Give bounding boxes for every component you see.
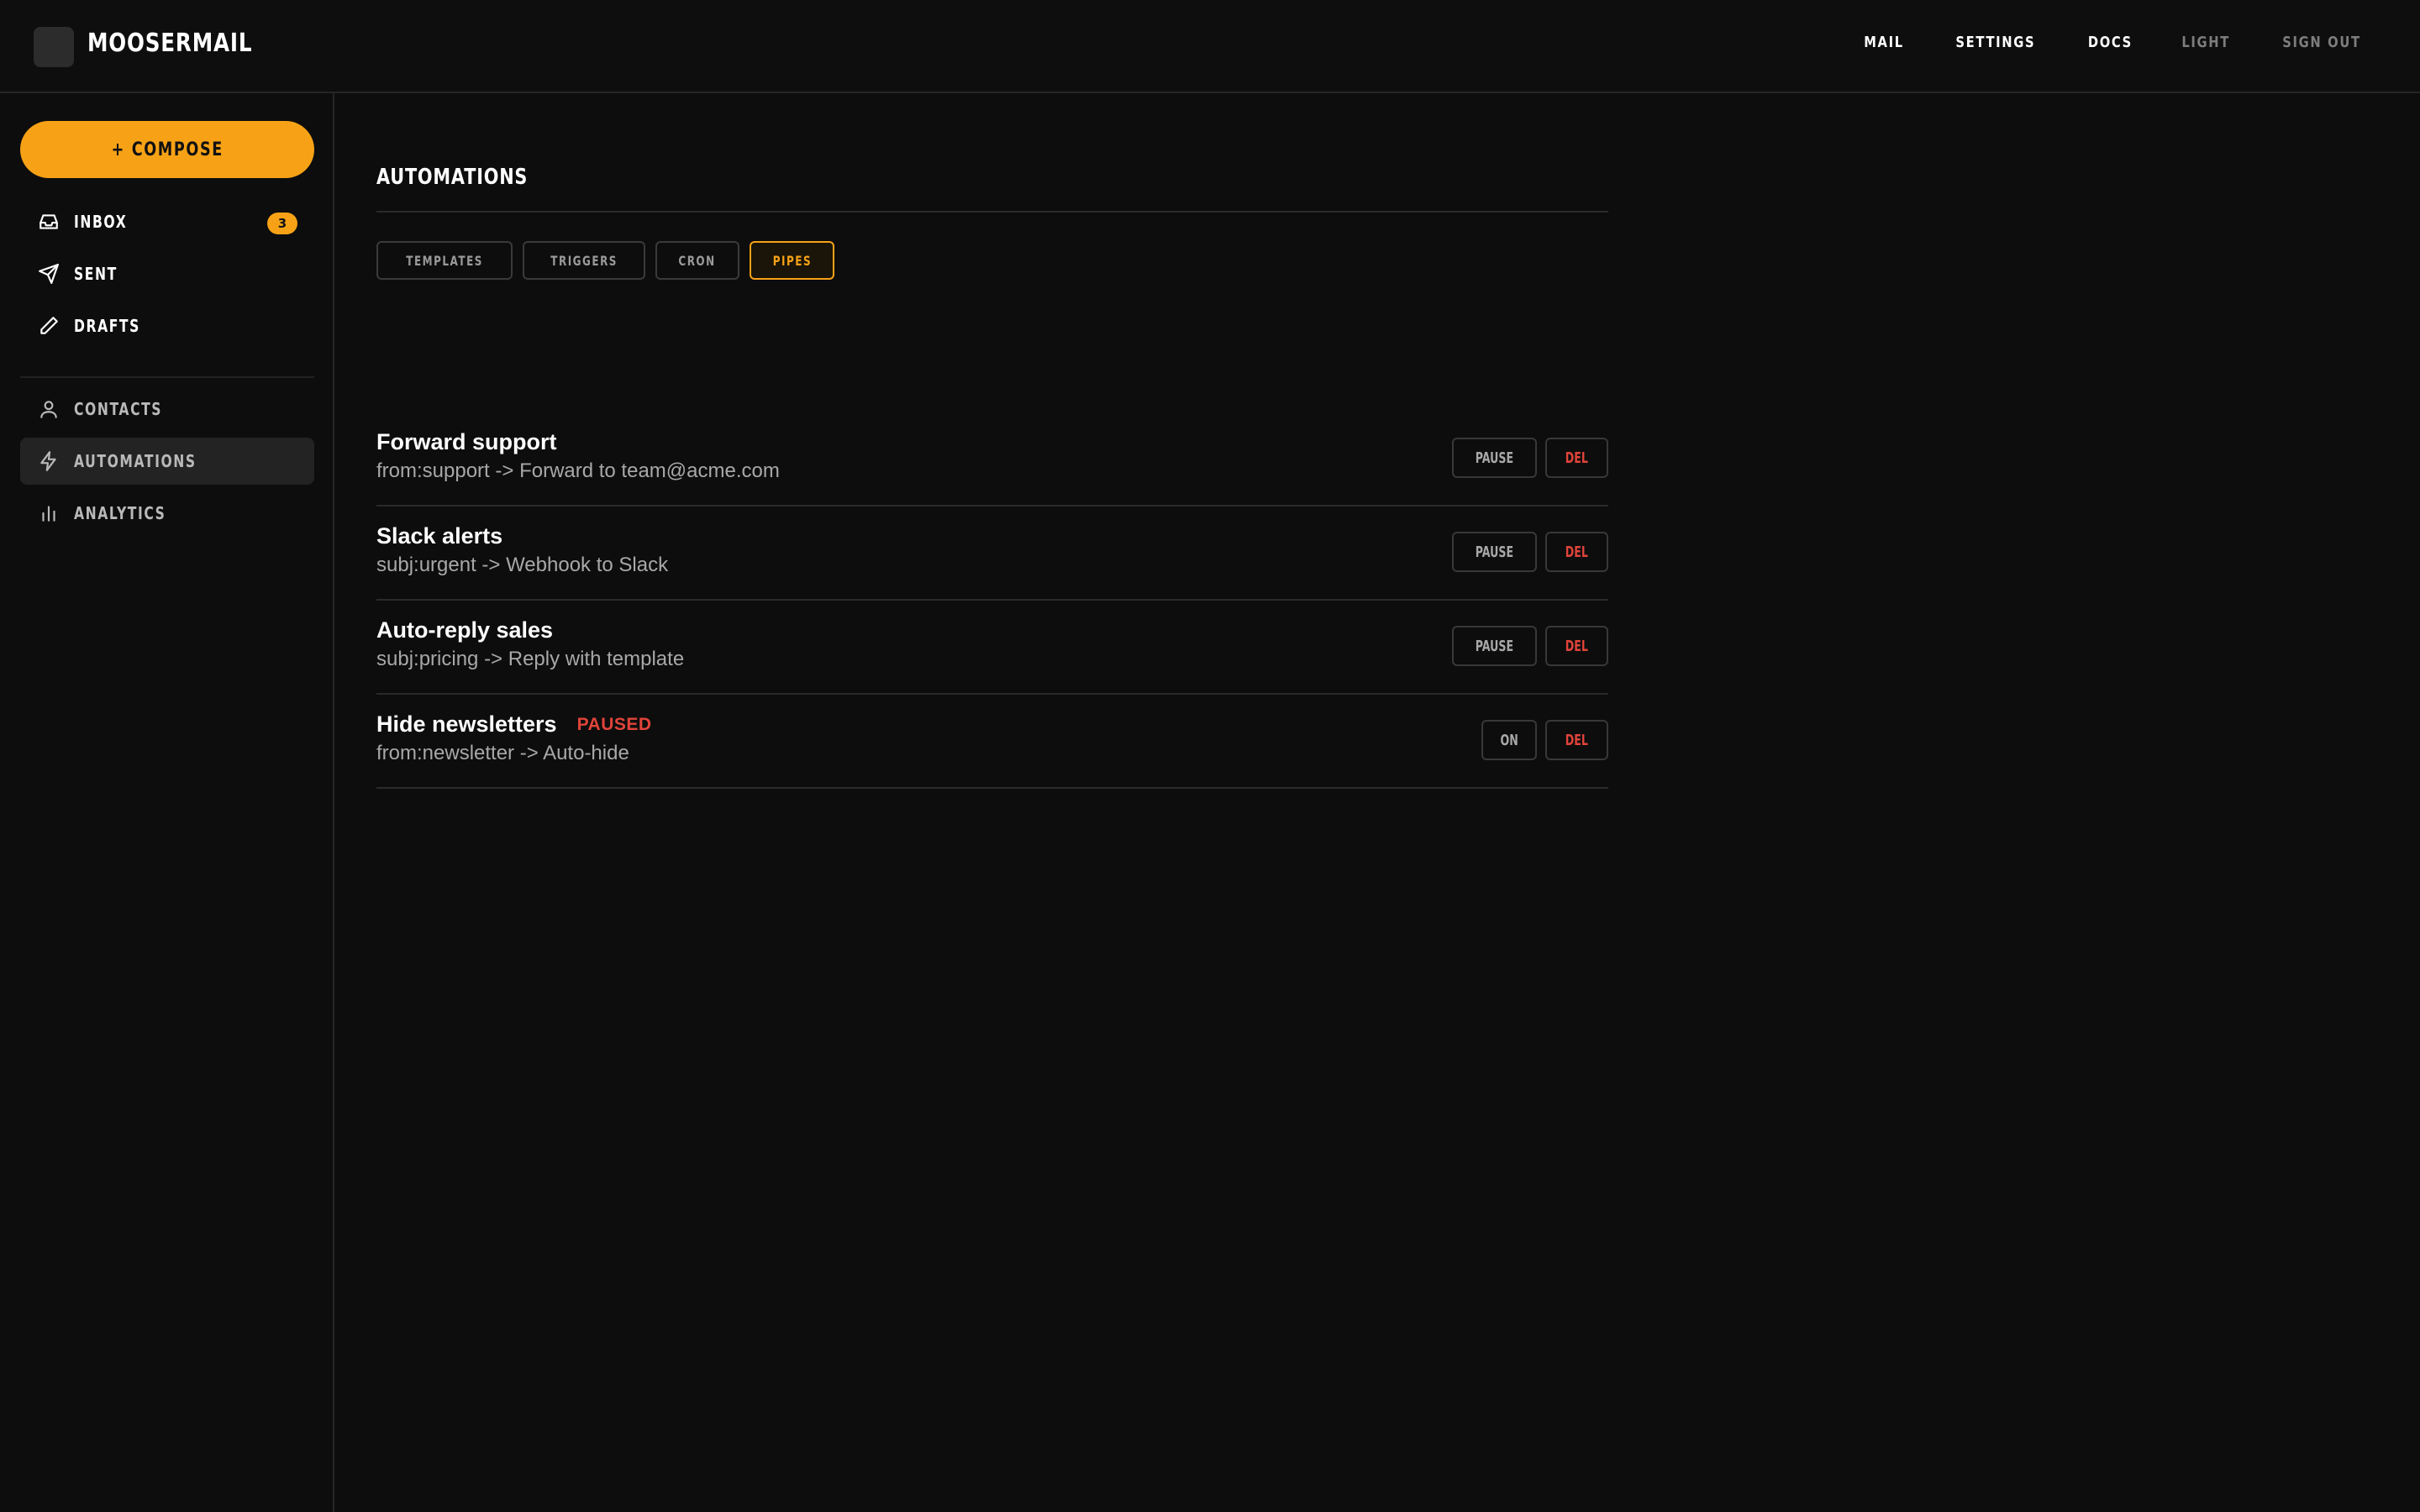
rule-name: Hide newsletters PAUSED — [376, 711, 652, 738]
compose-label: + COMPOSE — [111, 139, 224, 160]
rule-name-text: Forward support — [376, 429, 557, 454]
tab-label: TEMPLATES — [406, 252, 483, 269]
tab-label: TRIGGERS — [550, 252, 618, 269]
tab-pipes[interactable]: PIPES — [749, 241, 835, 280]
title-divider — [376, 211, 1608, 213]
sidebar-divider — [20, 376, 314, 378]
pause-button[interactable]: PAUSE — [1452, 438, 1538, 478]
sidebar-item-automations[interactable]: AUTOMATIONS — [20, 438, 314, 485]
automation-rule-row: Forward support from:support -> Forward … — [376, 412, 1608, 507]
bar-chart-icon — [37, 501, 60, 525]
top-nav: MAIL SETTINGS DOCS LIGHT SIGN OUT — [1860, 34, 2370, 51]
rule-name: Slack alerts — [376, 523, 502, 549]
user-icon — [37, 397, 60, 421]
sign-out-link[interactable]: SIGN OUT — [2282, 34, 2360, 51]
sidebar-item-drafts[interactable]: DRAFTS — [20, 302, 314, 349]
sidebar: + COMPOSE INBOX 3 SENT DRAFTS CONTACTS A… — [0, 93, 334, 1512]
sidebar-item-inbox[interactable]: INBOX 3 — [20, 198, 314, 245]
delete-button[interactable]: DEL — [1545, 720, 1608, 760]
sidebar-item-label: INBOX — [74, 212, 128, 232]
inbox-icon — [37, 210, 60, 234]
pause-button-label: PAUSE — [1476, 637, 1514, 655]
automation-rule-row: Auto-reply sales subj:pricing -> Reply w… — [376, 601, 1608, 695]
top-bar: MOOSERMAIL MAIL SETTINGS DOCS LIGHT SIGN… — [0, 0, 2420, 93]
rule-name-text: Hide newsletters — [376, 711, 557, 737]
sidebar-item-sent[interactable]: SENT — [20, 250, 314, 297]
delete-button-label: DEL — [1565, 731, 1589, 749]
pause-button-label: PAUSE — [1476, 543, 1514, 561]
delete-button-label: DEL — [1565, 449, 1589, 467]
tab-label: CRON — [678, 252, 717, 269]
sidebar-item-label: ANALYTICS — [74, 503, 166, 523]
sidebar-item-label: CONTACTS — [74, 399, 163, 419]
sidebar-item-label: AUTOMATIONS — [74, 451, 197, 471]
rule-name-text: Auto-reply sales — [376, 617, 554, 643]
rule-name: Forward support — [376, 429, 557, 455]
rule-description: from:support -> Forward to team@acme.com — [376, 459, 780, 482]
enable-button-label: ON — [1500, 731, 1518, 749]
rule-actions: ON DEL — [1481, 720, 1608, 760]
rule-actions: PAUSE DEL — [1452, 626, 1608, 666]
sidebar-item-label: SENT — [74, 264, 118, 284]
delete-button[interactable]: DEL — [1545, 532, 1608, 572]
unread-count-badge: 3 — [267, 213, 297, 234]
page-title: AUTOMATIONS — [376, 165, 529, 190]
tab-cron[interactable]: CRON — [655, 241, 739, 280]
theme-toggle-light[interactable]: LIGHT — [2181, 34, 2230, 51]
rule-actions: PAUSE DEL — [1452, 532, 1608, 572]
rule-name: Auto-reply sales — [376, 617, 553, 643]
sidebar-item-label: DRAFTS — [74, 316, 140, 336]
sidebar-item-analytics[interactable]: ANALYTICS — [20, 490, 314, 537]
enable-button[interactable]: ON — [1481, 720, 1538, 760]
rule-actions: PAUSE DEL — [1452, 438, 1608, 478]
sidebar-item-contacts[interactable]: CONTACTS — [20, 386, 314, 433]
rule-name-text: Slack alerts — [376, 523, 503, 549]
nav-settings[interactable]: SETTINGS — [1956, 34, 2036, 51]
app-name: MOOSERMAIL — [87, 29, 253, 58]
rule-description: from:newsletter -> Auto-hide — [376, 742, 629, 764]
compose-button[interactable]: + COMPOSE — [20, 121, 314, 178]
pause-button-label: PAUSE — [1476, 449, 1514, 467]
tab-templates[interactable]: TEMPLATES — [376, 241, 513, 280]
pause-button[interactable]: PAUSE — [1452, 532, 1538, 572]
tab-label: PIPES — [772, 252, 812, 269]
bolt-icon — [37, 449, 60, 473]
automation-tabs: TEMPLATES TRIGGERS CRON PIPES — [376, 241, 835, 280]
delete-button-label: DEL — [1565, 637, 1589, 655]
rule-description: subj:pricing -> Reply with template — [376, 648, 685, 670]
delete-button[interactable]: DEL — [1545, 438, 1608, 478]
delete-button-label: DEL — [1565, 543, 1589, 561]
logo-icon — [34, 27, 74, 67]
tab-triggers[interactable]: TRIGGERS — [523, 241, 646, 280]
nav-docs[interactable]: DOCS — [2088, 34, 2133, 51]
rule-description: subj:urgent -> Webhook to Slack — [376, 554, 669, 576]
paused-status-badge: PAUSED — [576, 714, 652, 734]
pencil-icon — [37, 314, 60, 338]
nav-mail[interactable]: MAIL — [1864, 34, 1904, 51]
pause-button[interactable]: PAUSE — [1452, 626, 1538, 666]
delete-button[interactable]: DEL — [1545, 626, 1608, 666]
automation-rule-row: Slack alerts subj:urgent -> Webhook to S… — [376, 507, 1608, 601]
automation-rule-row: Hide newsletters PAUSED from:newsletter … — [376, 695, 1608, 789]
send-icon — [37, 262, 60, 286]
